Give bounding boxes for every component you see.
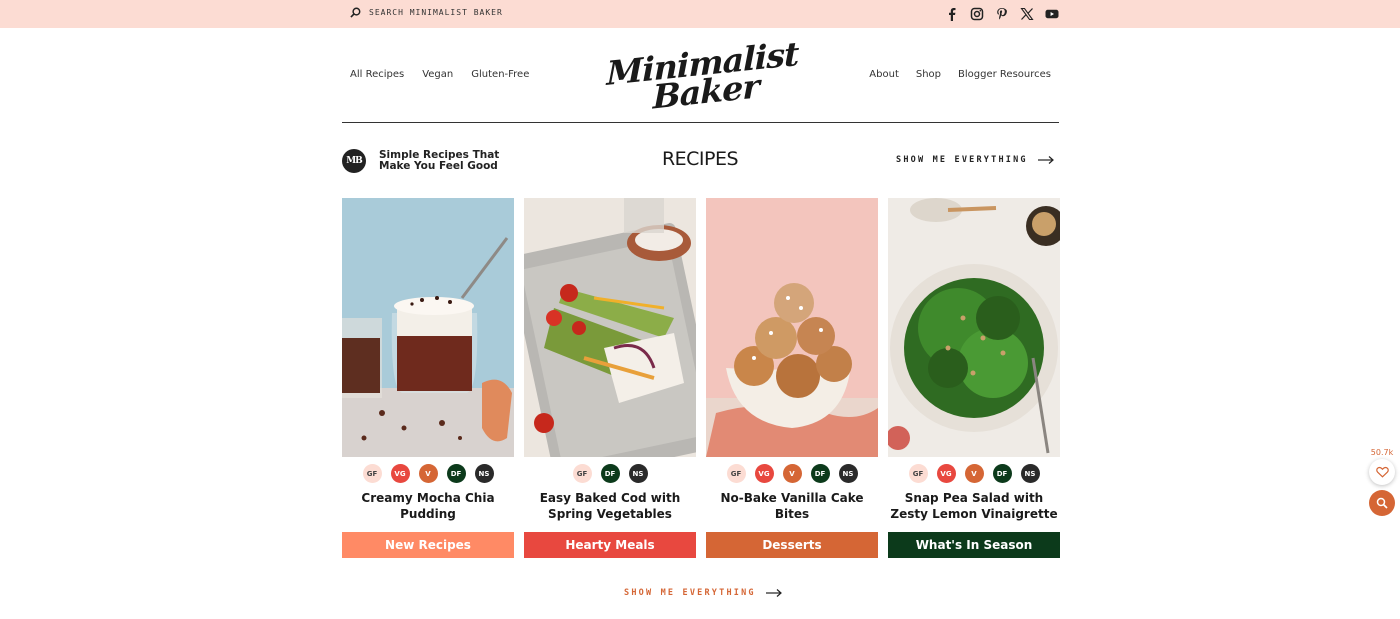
- category-button-desserts[interactable]: Desserts: [706, 532, 878, 558]
- diet-badge-v[interactable]: V: [418, 464, 438, 483]
- heart-icon: [1375, 466, 1389, 478]
- arrow-right-icon: [765, 589, 782, 597]
- diet-badge-gf[interactable]: GF: [362, 464, 382, 483]
- show-me-everything-link-top[interactable]: SHOW ME EVERYTHING: [896, 155, 1054, 165]
- show-me-everything-label: SHOW ME EVERYTHING: [896, 155, 1028, 165]
- diet-tags: GF DF NS: [524, 464, 696, 483]
- diet-badge-ns[interactable]: NS: [838, 464, 858, 483]
- category-button-whats-in-season[interactable]: What's In Season: [888, 532, 1060, 558]
- recipe-title[interactable]: Creamy Mocha Chia Pudding: [342, 490, 514, 522]
- recipe-image-baked-cod[interactable]: [524, 198, 696, 457]
- diet-badge-v[interactable]: V: [964, 464, 984, 483]
- diet-tags: GF VG V DF NS: [888, 464, 1060, 483]
- diet-tags: GF VG V DF NS: [342, 464, 514, 483]
- recipe-title[interactable]: No-Bake Vanilla Cake Bites: [706, 490, 878, 522]
- site-logo[interactable]: Minimalist Baker: [605, 34, 798, 116]
- recipe-card: [524, 198, 696, 457]
- primary-nav-right: About Shop Blogger Resources: [869, 69, 1051, 80]
- pinterest-icon[interactable]: [994, 6, 1009, 21]
- recipe-title[interactable]: Easy Baked Cod with Spring Vegetables: [524, 490, 696, 522]
- favorites-count: 50.7k: [1370, 448, 1394, 457]
- x-icon[interactable]: [1019, 6, 1034, 21]
- nav-link-about[interactable]: About: [869, 69, 899, 80]
- arrow-right-icon: [1037, 156, 1054, 164]
- diet-badge-df[interactable]: DF: [446, 464, 466, 483]
- primary-nav-left: All Recipes Vegan Gluten-Free: [350, 69, 529, 80]
- tagline: Simple Recipes That Make You Feel Good: [379, 150, 509, 172]
- diet-badge-vg[interactable]: VG: [754, 464, 774, 483]
- diet-badge-vg[interactable]: VG: [390, 464, 410, 483]
- recipe-title[interactable]: Snap Pea Salad with Zesty Lemon Vinaigre…: [888, 490, 1060, 522]
- nav-link-blogger-resources[interactable]: Blogger Resources: [958, 69, 1051, 80]
- tagline-line-2: Make You Feel Good: [379, 160, 498, 172]
- recipe-card: [706, 198, 878, 457]
- diet-badge-gf[interactable]: GF: [726, 464, 746, 483]
- diet-badge-gf[interactable]: GF: [908, 464, 928, 483]
- recipe-image-cake-bites[interactable]: [706, 198, 878, 457]
- diet-badge-ns[interactable]: NS: [474, 464, 494, 483]
- search-input[interactable]: SEARCH MINIMALIST BAKER: [369, 8, 503, 17]
- mb-badge-icon: MB: [342, 149, 366, 173]
- facebook-icon[interactable]: [944, 6, 959, 21]
- recipe-card: [888, 198, 1060, 457]
- section-title: RECIPES: [661, 148, 739, 170]
- top-bar: SEARCH MINIMALIST BAKER: [0, 0, 1400, 28]
- diet-badge-ns[interactable]: NS: [1020, 464, 1040, 483]
- category-button-hearty-meals[interactable]: Hearty Meals: [524, 532, 696, 558]
- youtube-icon[interactable]: [1044, 6, 1059, 21]
- show-me-everything-link-bottom[interactable]: SHOW ME EVERYTHING: [624, 588, 782, 598]
- search-icon: [350, 7, 361, 18]
- diet-tags: GF VG V DF NS: [706, 464, 878, 483]
- diet-badge-v[interactable]: V: [782, 464, 802, 483]
- instagram-icon[interactable]: [969, 6, 984, 21]
- nav-link-gluten-free[interactable]: Gluten-Free: [471, 69, 529, 80]
- diet-badge-ns[interactable]: NS: [628, 464, 648, 483]
- diet-badge-gf[interactable]: GF: [572, 464, 592, 483]
- recipe-image-snap-pea-salad[interactable]: [888, 198, 1060, 457]
- search-bar[interactable]: SEARCH MINIMALIST BAKER: [350, 7, 503, 18]
- category-button-new-recipes[interactable]: New Recipes: [342, 532, 514, 558]
- header-divider: [342, 122, 1059, 123]
- recipe-image-chia-pudding[interactable]: [342, 198, 514, 457]
- favorites-button[interactable]: [1369, 459, 1395, 485]
- diet-badge-df[interactable]: DF: [992, 464, 1012, 483]
- recipe-card: [342, 198, 514, 457]
- nav-link-shop[interactable]: Shop: [916, 69, 941, 80]
- search-fab-button[interactable]: [1369, 490, 1395, 516]
- search-icon: [1376, 497, 1388, 509]
- social-links: [944, 6, 1059, 21]
- nav-link-vegan[interactable]: Vegan: [422, 69, 453, 80]
- diet-badge-vg[interactable]: VG: [936, 464, 956, 483]
- diet-badge-df[interactable]: DF: [810, 464, 830, 483]
- diet-badge-df[interactable]: DF: [600, 464, 620, 483]
- show-me-everything-label: SHOW ME EVERYTHING: [624, 588, 756, 598]
- nav-link-all-recipes[interactable]: All Recipes: [350, 69, 404, 80]
